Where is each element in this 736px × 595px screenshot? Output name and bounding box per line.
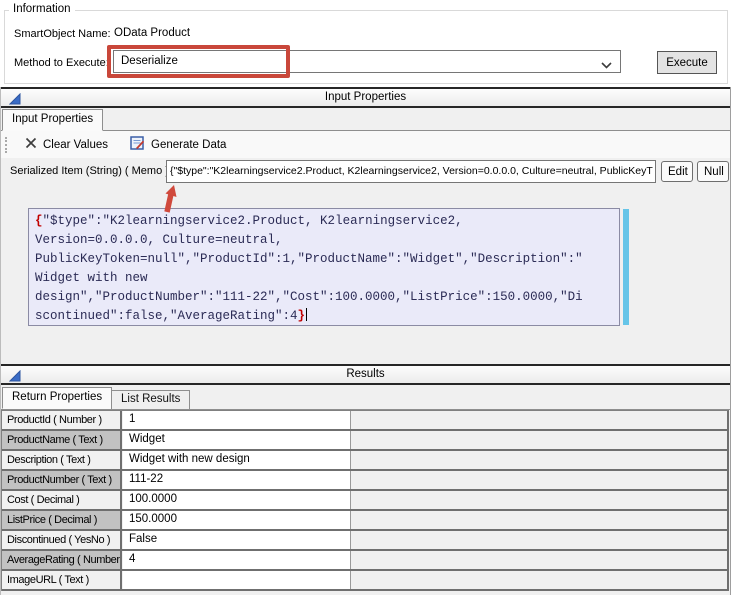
tab-input-properties[interactable]: Input Properties xyxy=(2,109,103,131)
row-value-area: 111-22 xyxy=(122,471,727,489)
smartobject-name-value: OData Product xyxy=(114,27,190,39)
tab-list-results[interactable]: List Results xyxy=(111,390,190,409)
row-label: Discontinued ( YesNo ) xyxy=(2,531,122,549)
execute-button[interactable]: Execute xyxy=(657,51,717,74)
row-value-input[interactable]: 1 xyxy=(123,411,351,429)
row-value-area xyxy=(122,571,727,589)
row-value-input[interactable]: Widget with new design xyxy=(123,451,351,469)
method-highlight-annotation xyxy=(107,45,290,78)
table-row: ProductName ( Text )Widget xyxy=(2,431,727,451)
input-properties-tabstrip: Input Properties xyxy=(1,108,730,131)
edit-button[interactable]: Edit xyxy=(661,161,693,182)
row-label: ProductNumber ( Text ) xyxy=(2,471,122,489)
row-label: ProductName ( Text ) xyxy=(2,431,122,449)
table-row: Discontinued ( YesNo )False xyxy=(2,531,727,551)
results-header-title: Results xyxy=(1,366,730,383)
memo-line: scontinued":false,"AverageRating":4} xyxy=(35,307,615,326)
generate-data-label: Generate Data xyxy=(151,139,226,151)
toolbar-grip-icon[interactable] xyxy=(5,137,9,153)
results-table: ProductId ( Number )1ProductName ( Text … xyxy=(1,410,729,591)
row-label: Description ( Text ) xyxy=(2,451,122,469)
text-caret xyxy=(306,308,307,321)
row-value-input[interactable]: 150.0000 xyxy=(123,511,351,529)
clear-values-label: Clear Values xyxy=(43,139,108,151)
table-row: ProductId ( Number )1 xyxy=(2,411,727,431)
row-value-input[interactable]: 4 xyxy=(123,551,351,569)
input-properties-toolbar: Clear Values Generate Data xyxy=(1,131,730,158)
results-tabstrip: Return Properties List Results xyxy=(1,385,730,410)
row-value-area: 1 xyxy=(122,411,727,429)
table-row: ListPrice ( Decimal )150.0000 xyxy=(2,511,727,531)
smartobject-tester-window: Information SmartObject Name: OData Prod… xyxy=(0,0,736,595)
row-value-input[interactable] xyxy=(123,571,351,589)
memo-scrollbar xyxy=(623,209,629,325)
row-label: Cost ( Decimal ) xyxy=(2,491,122,509)
memo-line: Widget with new xyxy=(35,269,615,288)
information-group-title: Information xyxy=(9,3,75,15)
memo-line: Version=0.0.0.0, Culture=neutral, xyxy=(35,231,615,250)
row-value-area: Widget xyxy=(122,431,727,449)
row-value-area: 100.0000 xyxy=(122,491,727,509)
row-value-area: 150.0000 xyxy=(122,511,727,529)
serialized-memo-textarea[interactable]: {"$type":"K2learningservice2.Product, K2… xyxy=(28,208,620,326)
results-header: Results xyxy=(1,364,730,385)
row-label: ListPrice ( Decimal ) xyxy=(2,511,122,529)
row-value-area: 4 xyxy=(122,551,727,569)
table-row: Description ( Text )Widget with new desi… xyxy=(2,451,727,471)
row-label: AverageRating ( Number ) xyxy=(2,551,122,569)
generate-data-icon xyxy=(130,136,145,154)
smartobject-name-label: SmartObject Name: xyxy=(14,28,111,40)
collapse-triangle-icon[interactable] xyxy=(9,370,21,382)
row-value-input[interactable]: 100.0000 xyxy=(123,491,351,509)
table-row: ProductNumber ( Text )111-22 xyxy=(2,471,727,491)
null-button[interactable]: Null xyxy=(697,161,729,182)
serialized-item-input[interactable]: {"$type":"K2learningservice2.Product, K2… xyxy=(166,160,656,183)
input-properties-header: Input Properties xyxy=(1,87,730,108)
memo-line: PublicKeyToken=null","ProductId":1,"Prod… xyxy=(35,250,615,269)
row-value-input[interactable]: 111-22 xyxy=(123,471,351,489)
serialized-item-label: Serialized Item (String) ( Memo ) xyxy=(10,165,169,177)
table-row: AverageRating ( Number )4 xyxy=(2,551,727,571)
row-label: ProductId ( Number ) xyxy=(2,411,122,429)
row-value-area: Widget with new design xyxy=(122,451,727,469)
memo-line: design","ProductNumber":"111-22","Cost":… xyxy=(35,288,615,307)
row-value-input[interactable]: Widget xyxy=(123,431,351,449)
generate-data-button[interactable]: Generate Data xyxy=(122,133,234,157)
table-row: Cost ( Decimal )100.0000 xyxy=(2,491,727,511)
input-properties-header-title: Input Properties xyxy=(1,89,730,106)
row-value-area: False xyxy=(122,531,727,549)
annotation-arrow-icon xyxy=(156,183,186,216)
clear-values-button[interactable]: Clear Values xyxy=(17,134,116,155)
table-row: ImageURL ( Text ) xyxy=(2,571,727,591)
collapse-triangle-icon[interactable] xyxy=(9,93,21,105)
row-label: ImageURL ( Text ) xyxy=(2,571,122,589)
row-value-input[interactable]: False xyxy=(123,531,351,549)
memo-line: {"$type":"K2learningservice2.Product, K2… xyxy=(35,212,615,231)
tab-return-properties[interactable]: Return Properties xyxy=(2,387,112,409)
clear-x-icon xyxy=(25,137,37,152)
chevron-down-icon[interactable] xyxy=(601,60,612,72)
method-to-execute-label: Method to Execute: xyxy=(14,57,109,69)
